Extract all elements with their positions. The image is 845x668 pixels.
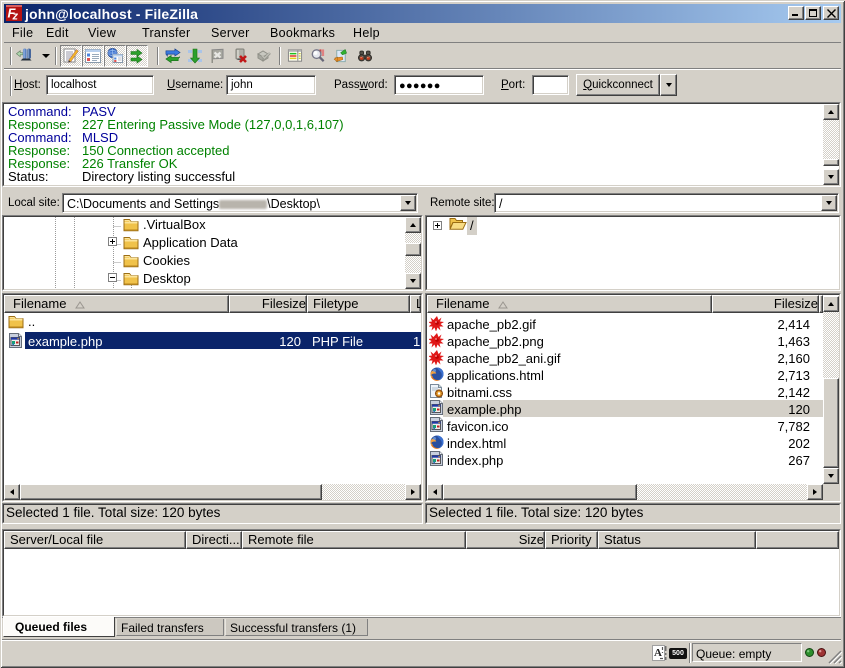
svg-text:z: z [12, 11, 19, 22]
svg-text:A: A [654, 647, 662, 659]
